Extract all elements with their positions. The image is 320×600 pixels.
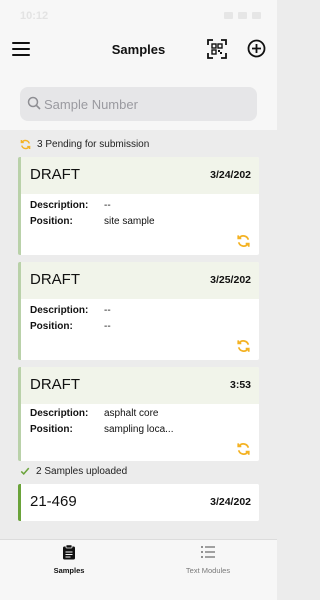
sync-icon[interactable] bbox=[236, 339, 251, 353]
tab-label: Samples bbox=[53, 566, 85, 575]
card-header: DRAFT 3/24/202 bbox=[21, 157, 259, 194]
card-position-row: Position: site sample bbox=[30, 216, 155, 227]
uploaded-label: 2 Samples uploaded bbox=[36, 465, 128, 477]
tab-label: Text Modules bbox=[185, 566, 231, 575]
position-label: Position: bbox=[30, 424, 73, 435]
tab-text-modules[interactable]: Text Modules bbox=[139, 544, 277, 575]
qr-scan-icon[interactable] bbox=[207, 39, 227, 59]
description-label: Description: bbox=[30, 200, 89, 211]
card-header: DRAFT 3/25/202 bbox=[21, 262, 259, 299]
position-label: Position: bbox=[30, 321, 73, 332]
status-time: 10:12 bbox=[20, 10, 49, 22]
card-status: DRAFT bbox=[30, 166, 80, 183]
card-status: DRAFT bbox=[30, 376, 80, 393]
search-input[interactable] bbox=[44, 87, 249, 121]
search-icon bbox=[27, 96, 41, 110]
card-date: 3/25/202 bbox=[210, 274, 251, 286]
wifi-icon bbox=[238, 12, 247, 19]
position-value: -- bbox=[104, 321, 111, 332]
card-position-row: Position: -- bbox=[30, 321, 111, 332]
card-description-row: Description: -- bbox=[30, 305, 111, 316]
nav-bar: Samples bbox=[0, 34, 277, 78]
position-label: Position: bbox=[30, 216, 73, 227]
status-icons bbox=[224, 12, 261, 19]
page-title: Samples bbox=[111, 42, 166, 57]
sample-card[interactable]: DRAFT 3/24/202 Description: -- Position:… bbox=[18, 157, 259, 255]
description-value: -- bbox=[104, 305, 111, 316]
sample-card[interactable]: DRAFT 3:53 Description: asphalt core Pos… bbox=[18, 367, 259, 461]
card-date: 3:53 bbox=[229, 379, 251, 391]
pending-header: 3 Pending for submission bbox=[20, 136, 149, 152]
status-bar: 10:12 bbox=[0, 0, 277, 34]
sync-icon[interactable] bbox=[236, 234, 251, 248]
card-date: 3/24/202 bbox=[210, 169, 251, 181]
tab-samples[interactable]: Samples bbox=[0, 544, 138, 575]
position-value: sampling loca... bbox=[104, 424, 174, 435]
card-position-row: Position: sampling loca... bbox=[30, 424, 173, 435]
signal-icon bbox=[224, 12, 233, 19]
uploaded-sample-card[interactable]: 21-469 3/24/202 bbox=[18, 484, 259, 521]
card-status: DRAFT bbox=[30, 271, 80, 288]
card-description-row: Description: asphalt core bbox=[30, 408, 158, 419]
battery-icon bbox=[252, 12, 261, 19]
sync-icon bbox=[20, 139, 31, 149]
sync-icon[interactable] bbox=[236, 442, 251, 456]
card-header: DRAFT 3:53 bbox=[21, 367, 259, 404]
tab-bar: Samples Text Modules bbox=[0, 539, 277, 600]
list-icon bbox=[201, 546, 215, 558]
sample-card[interactable]: DRAFT 3/25/202 Description: -- Position:… bbox=[18, 262, 259, 360]
search-box[interactable] bbox=[20, 87, 257, 121]
card-description-row: Description: -- bbox=[30, 200, 111, 211]
uploaded-header: 2 Samples uploaded bbox=[20, 463, 127, 479]
pending-label: 3 Pending for submission bbox=[37, 138, 150, 150]
clipboard-icon bbox=[63, 544, 75, 560]
description-value: asphalt core bbox=[104, 408, 159, 419]
description-value: -- bbox=[104, 200, 111, 211]
sample-number: 21-469 bbox=[30, 493, 77, 510]
add-icon[interactable] bbox=[247, 39, 266, 58]
description-label: Description: bbox=[30, 408, 89, 419]
search-bar bbox=[0, 78, 277, 130]
position-value: site sample bbox=[104, 216, 155, 227]
description-label: Description: bbox=[30, 305, 89, 316]
check-icon bbox=[20, 467, 30, 476]
card-header: 21-469 3/24/202 bbox=[21, 484, 259, 521]
card-date: 3/24/202 bbox=[210, 496, 251, 508]
